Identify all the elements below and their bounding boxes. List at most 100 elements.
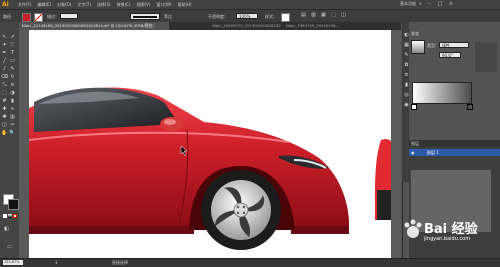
zoom-value: 150.67% bbox=[4, 260, 20, 264]
opacity-label: 不透明度: bbox=[208, 14, 226, 19]
layers-panel-header: 图层 bbox=[409, 140, 500, 147]
menu-view[interactable]: 视图(V) bbox=[137, 2, 151, 8]
layer-row[interactable]: ◉ 图层 1 bbox=[409, 149, 500, 156]
blend-icon[interactable]: ∞ bbox=[9, 106, 16, 113]
bumper-trim bbox=[291, 226, 349, 234]
canvas-area[interactable] bbox=[19, 30, 401, 258]
watermark-text: Bai 经验 bbox=[424, 222, 478, 237]
document-tabs: Nipic_22149169_20190203081652415814.ai* … bbox=[19, 22, 401, 30]
color-mode-buttons bbox=[3, 214, 17, 218]
align-left-icon[interactable]: ▤ bbox=[300, 12, 307, 19]
graph-icon[interactable]: ▥ bbox=[9, 114, 16, 121]
gradient-panel: 渐变 类型: 线性 90.6° bbox=[409, 30, 500, 130]
search-icon[interactable]: ⌕ bbox=[419, 1, 422, 7]
gradient-angle-field[interactable]: 90.6° bbox=[439, 52, 461, 58]
gradient-slider[interactable] bbox=[412, 82, 472, 104]
stroke-swatch[interactable] bbox=[34, 13, 43, 22]
document-tab-2[interactable]: Nipic_19909272_20190200182815216... bbox=[209, 22, 281, 30]
opacity-field[interactable]: 100% bbox=[236, 13, 258, 19]
style-label: 样式: bbox=[265, 14, 275, 19]
pen-icon[interactable]: ✒ bbox=[1, 50, 8, 57]
fill-swatch[interactable] bbox=[22, 13, 31, 22]
screen-mode-icon[interactable]: ▭ bbox=[6, 244, 13, 251]
draw-normal-icon[interactable]: ◧ bbox=[3, 226, 10, 233]
control-bar: 路径 描边: 等比 不透明度: 100% 样式: ▤ ▥ ▦ ⬚ ◫ bbox=[0, 9, 500, 23]
brush-icon[interactable]: ♪ bbox=[1, 66, 8, 73]
menu-type[interactable]: 文字(T) bbox=[77, 2, 91, 8]
transform-icon[interactable]: ⬚ bbox=[330, 12, 337, 19]
stroke-weight-field[interactable] bbox=[60, 13, 78, 19]
gradient-preview-swatch[interactable] bbox=[411, 40, 425, 54]
hand-icon[interactable]: ✋ bbox=[1, 130, 8, 137]
object-type-label: 路径 bbox=[3, 14, 11, 19]
magic-wand-icon[interactable]: ✦ bbox=[1, 42, 8, 49]
no-stroke-icon bbox=[35, 14, 42, 21]
layers-tab[interactable]: 图层 bbox=[411, 140, 419, 147]
stroke-color-swatch[interactable] bbox=[8, 199, 19, 210]
gradient-stop-left[interactable] bbox=[411, 104, 417, 110]
graphic-style-swatch[interactable] bbox=[281, 13, 290, 22]
paw-logo-icon bbox=[404, 219, 422, 238]
rotate-icon[interactable]: ↻ bbox=[9, 74, 16, 81]
color-mode-icon[interactable] bbox=[3, 214, 7, 218]
menu-help[interactable]: 帮助(H) bbox=[177, 2, 191, 8]
menu-edit[interactable]: 编辑(E) bbox=[37, 2, 51, 8]
gradient-tab[interactable]: 渐变 bbox=[411, 30, 419, 37]
menu-list: 文件(F) 编辑(E) 对象(O) 文字(T) 选择(S) 效果(C) 视图(V… bbox=[18, 2, 192, 8]
eyedropper-icon[interactable]: ✚ bbox=[1, 106, 8, 113]
gradient-type-label: 类型: bbox=[427, 43, 437, 48]
gradient-type-select[interactable]: 线性 bbox=[439, 42, 469, 48]
layer-name[interactable]: 图层 1 bbox=[427, 149, 439, 156]
menu-select[interactable]: 选择(S) bbox=[97, 2, 111, 8]
tool-grid: ↖ ↗ ✦ ➰ ✒ T ╱ ▭ ♪ ✎ ⌫ ↻ ⤡ ≋ ⬚ ◑ # ▮ ✚ ∞ ✺ ▥ ◫ ✂ ✋ 🔍 bbox=[1, 34, 18, 137]
stroke-style-label: 等比 bbox=[164, 14, 172, 19]
visibility-eye-icon[interactable]: ◉ bbox=[411, 149, 415, 156]
menu-bar: Ai 文件(F) 编辑(E) 对象(O) 文字(T) 选择(S) 效果(C) 视… bbox=[0, 0, 500, 9]
stroke-profile-select[interactable] bbox=[130, 13, 160, 20]
eraser-icon[interactable]: ⌫ bbox=[1, 74, 8, 81]
mesh-icon[interactable]: # bbox=[1, 98, 8, 105]
rectangle-icon[interactable]: ▭ bbox=[9, 58, 16, 65]
wheel-hub bbox=[233, 202, 249, 218]
document-tab-3[interactable]: Nipic_7363799_20190198... bbox=[283, 22, 401, 30]
draw-mode-buttons: ◧ bbox=[3, 226, 10, 233]
scale-icon[interactable]: ⤡ bbox=[1, 82, 8, 89]
zoom-icon[interactable]: 🔍 bbox=[9, 130, 16, 137]
menu-file[interactable]: 文件(F) bbox=[18, 2, 31, 8]
align-center-icon[interactable]: ▥ bbox=[310, 12, 317, 19]
shape-builder-icon[interactable]: ◑ bbox=[9, 90, 16, 97]
menu-effect[interactable]: 效果(C) bbox=[117, 2, 131, 8]
close-button[interactable]: × bbox=[447, 1, 455, 7]
align-right-icon[interactable]: ▦ bbox=[320, 12, 327, 19]
menu-object[interactable]: 对象(O) bbox=[57, 2, 71, 8]
window-area: 基本功能 ⌕ – □ × bbox=[400, 1, 455, 7]
gradient-mode-icon[interactable] bbox=[8, 214, 12, 218]
panel-icon-strip: ◐ ▦ ✎ ✿ ≡ ▮ ◎ ◉ bbox=[402, 22, 409, 182]
menu-window[interactable]: 窗口(W) bbox=[156, 2, 171, 8]
free-transform-icon[interactable]: ⬚ bbox=[1, 90, 8, 97]
maximize-button[interactable]: □ bbox=[436, 1, 444, 7]
car-illustration[interactable] bbox=[28, 30, 391, 258]
width-icon[interactable]: ≋ bbox=[9, 82, 16, 89]
minimize-button[interactable]: – bbox=[425, 1, 433, 7]
gradient-icon[interactable]: ▮ bbox=[9, 98, 16, 105]
symbol-sprayer-icon[interactable]: ✺ bbox=[1, 114, 8, 121]
artboard[interactable] bbox=[28, 30, 391, 258]
isolate-icon[interactable]: ◫ bbox=[340, 12, 347, 19]
direct-selection-icon[interactable]: ↗ bbox=[9, 34, 16, 41]
zoom-field[interactable]: 150.67% bbox=[3, 260, 23, 265]
selection-icon[interactable]: ↖ bbox=[1, 34, 8, 41]
document-tab-active[interactable]: Nipic_22149169_20190203081652415814.ai* … bbox=[19, 22, 169, 30]
gradient-stop-right[interactable] bbox=[467, 104, 473, 110]
stroke-label: 描边: bbox=[47, 14, 57, 19]
artboard-icon[interactable]: ◫ bbox=[1, 122, 8, 129]
gradient-options bbox=[475, 42, 497, 72]
none-mode-icon[interactable] bbox=[13, 214, 17, 218]
page-number[interactable]: 1 bbox=[55, 260, 58, 265]
type-icon[interactable]: T bbox=[9, 50, 16, 57]
pencil-icon[interactable]: ✎ bbox=[9, 66, 16, 73]
workspace-switcher[interactable]: 基本功能 bbox=[400, 1, 416, 7]
line-icon[interactable]: ╱ bbox=[1, 58, 8, 65]
slice-icon[interactable]: ✂ bbox=[9, 122, 16, 129]
lasso-icon[interactable]: ➰ bbox=[9, 42, 16, 49]
